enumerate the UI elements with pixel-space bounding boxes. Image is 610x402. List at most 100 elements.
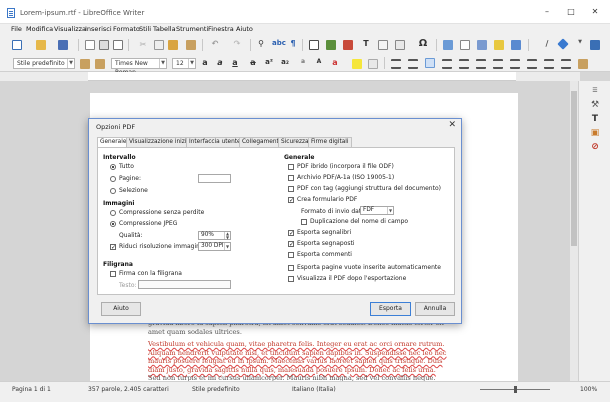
align-center-icon[interactable] [442, 59, 452, 69]
minimize-button[interactable]: – [540, 6, 554, 18]
menu-tabella[interactable]: Tabella [153, 25, 176, 33]
chevron-down-icon[interactable]: ▼ [159, 59, 166, 68]
properties-wrench-icon[interactable]: ⚒ [589, 99, 601, 111]
export-pdf-icon[interactable] [85, 40, 95, 50]
tab-interfaccia-utente[interactable]: Interfaccia utente [186, 137, 244, 147]
lossless-compression-radio[interactable] [110, 210, 116, 216]
basic-shapes-icon[interactable] [557, 38, 569, 50]
shapes-dropdown-icon[interactable]: ▼ [575, 39, 585, 45]
close-window-button[interactable]: ✕ [588, 6, 602, 18]
insert-page-break-icon[interactable] [378, 40, 388, 50]
export-button[interactable]: Esporta [370, 302, 411, 316]
track-changes-icon[interactable] [511, 40, 521, 50]
menu-inserisci[interactable]: Inserisci [85, 25, 112, 33]
numbered-list-icon[interactable] [408, 59, 418, 69]
tab-collegamenti[interactable]: Collegamenti [239, 137, 284, 147]
tagged-pdf-checkbox[interactable] [288, 186, 294, 192]
align-right-icon[interactable] [459, 59, 469, 69]
spin-arrows-icon[interactable]: ▲ ▼ [224, 232, 230, 239]
underline-icon[interactable]: a [230, 58, 240, 67]
gallery-icon[interactable]: ▣ [589, 127, 601, 139]
export-placeholders-checkbox[interactable]: ✓ [288, 241, 294, 248]
draw-functions-icon[interactable] [590, 40, 600, 50]
tab-generale[interactable]: Generale [97, 137, 130, 147]
font-size-combo[interactable]: 12 ▼ [172, 58, 196, 69]
export-comments-checkbox[interactable] [288, 252, 294, 258]
dpi-combo[interactable]: 300 DPI ▼ [198, 242, 231, 251]
undo-icon[interactable]: ↶ [210, 39, 220, 48]
chevron-down-icon[interactable]: ▼ [188, 59, 195, 68]
range-selection-radio[interactable] [110, 188, 116, 194]
font-name-combo[interactable]: Times New Roman ▼ [111, 58, 167, 76]
save-icon[interactable] [58, 40, 68, 50]
watermark-checkbox[interactable] [110, 271, 116, 277]
superscript-icon[interactable]: a² [264, 58, 274, 66]
export-blank-pages-checkbox[interactable] [288, 265, 294, 271]
special-character-icon[interactable]: Ω [418, 38, 428, 49]
duplicate-names-checkbox[interactable] [301, 219, 307, 225]
insert-comment-icon[interactable] [494, 40, 504, 50]
insert-image-icon[interactable] [326, 40, 336, 50]
scrollbar-thumb[interactable] [571, 91, 577, 246]
vertical-scrollbar[interactable] [570, 81, 578, 381]
paragraph-dialog-icon[interactable] [578, 59, 588, 69]
paragraph-spacing-icon[interactable] [544, 59, 554, 69]
tab-sicurezza[interactable]: Sicurezza [278, 137, 312, 147]
new-style-icon[interactable] [95, 59, 105, 69]
subscript-icon[interactable]: a₂ [280, 58, 290, 66]
highlight-color-icon[interactable] [352, 59, 362, 69]
justify-icon[interactable] [476, 59, 486, 69]
insert-table-icon[interactable] [309, 40, 319, 50]
menu-visualizza[interactable]: Visualizza [54, 25, 86, 33]
pages-input[interactable] [198, 174, 231, 183]
update-style-icon[interactable] [80, 59, 90, 69]
styles-icon[interactable]: T [589, 113, 601, 125]
help-button[interactable]: Aiuto [101, 302, 141, 316]
chevron-down-icon[interactable]: ▼ [67, 59, 74, 68]
italic-icon[interactable]: a [215, 58, 225, 67]
tab-firme-digitali[interactable]: Firme digitali [308, 137, 352, 147]
hybrid-pdf-checkbox[interactable] [288, 164, 294, 170]
para-below-icon[interactable] [561, 59, 571, 69]
paste-icon[interactable] [168, 40, 178, 50]
close-icon[interactable]: ✕ [448, 120, 456, 130]
redo-icon[interactable]: ↷ [232, 39, 242, 48]
spelling-icon[interactable]: abc [272, 39, 286, 47]
pdfa-checkbox[interactable] [288, 175, 294, 181]
menu-formato[interactable]: Formato [113, 25, 140, 33]
paragraph-style-combo[interactable]: Stile predefinito ▼ [13, 58, 75, 69]
chevron-down-icon[interactable]: ▼ [387, 207, 393, 214]
horizontal-ruler[interactable] [88, 72, 516, 81]
insert-endnote-icon[interactable] [477, 40, 487, 50]
insert-hyperlink-icon[interactable] [443, 40, 453, 50]
quality-stepper[interactable]: 90% ▲ ▼ [198, 231, 231, 240]
decrease-indent-icon[interactable] [527, 59, 537, 69]
maximize-button[interactable]: □ [564, 6, 578, 18]
insert-textbox-icon[interactable]: T [361, 39, 371, 48]
background-color-icon[interactable] [368, 59, 378, 69]
reduce-resolution-checkbox[interactable]: ✓ [110, 244, 116, 251]
insert-field-icon[interactable] [395, 40, 405, 50]
print-icon[interactable] [99, 40, 109, 50]
align-left-icon[interactable] [425, 58, 435, 68]
line-spacing-icon[interactable] [493, 59, 503, 69]
sidebar-menu-icon[interactable]: ☰ [589, 85, 601, 97]
menu-finestra[interactable]: Finestra [208, 25, 234, 33]
menu-modifica[interactable]: Modifica [26, 25, 53, 33]
shadow-icon[interactable]: a [298, 58, 308, 65]
range-all-radio[interactable] [110, 164, 116, 170]
watermark-text-input[interactable] [138, 280, 231, 289]
increase-indent-icon[interactable] [510, 59, 520, 69]
font-color-icon[interactable]: a [330, 58, 340, 67]
insert-chart-icon[interactable] [343, 40, 353, 50]
export-bookmarks-checkbox[interactable]: ✓ [288, 230, 294, 237]
cancel-button[interactable]: Annulla [415, 302, 455, 316]
create-form-checkbox[interactable]: ✓ [288, 197, 294, 204]
menu-strumenti[interactable]: Strumenti [176, 25, 208, 33]
view-after-export-checkbox[interactable] [288, 276, 294, 282]
formatting-marks-icon[interactable]: ¶ [288, 39, 298, 48]
find-replace-icon[interactable]: ⚲ [256, 39, 266, 48]
strikethrough-icon[interactable]: a [248, 58, 258, 67]
bullet-list-icon[interactable] [391, 59, 401, 69]
menu-stili[interactable]: Stili [139, 25, 151, 33]
